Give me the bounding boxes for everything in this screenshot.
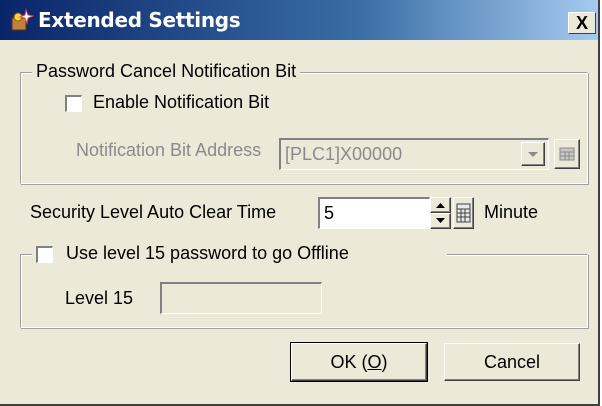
level15-label: Level 15 <box>65 288 134 308</box>
ok-button-mnemonic: O <box>367 352 382 372</box>
ok-button[interactable]: OK (O) <box>290 342 428 382</box>
use-level15-checkbox[interactable] <box>36 246 53 263</box>
auto-clear-keypad-button[interactable] <box>453 197 474 229</box>
spinner-down-icon <box>436 218 445 223</box>
spinner-down-button[interactable] <box>430 213 451 229</box>
address-dropdown-button[interactable] <box>521 142 545 166</box>
ok-button-prefix: OK ( <box>330 352 368 372</box>
chevron-down-icon <box>528 152 538 157</box>
level15-password-field[interactable] <box>160 282 322 314</box>
use-level15-label: Use level 15 password to go Offline <box>66 243 349 263</box>
keypad-icon <box>456 203 471 223</box>
enable-notification-label: Enable Notification Bit <box>93 92 270 112</box>
auto-clear-unit-label: Minute <box>484 202 539 222</box>
auto-clear-time-input[interactable]: 5 <box>318 197 430 229</box>
cancel-button[interactable]: Cancel <box>444 343 580 381</box>
enable-notification-checkbox[interactable] <box>65 95 82 112</box>
auto-clear-spinner[interactable] <box>430 197 451 229</box>
close-button[interactable]: X <box>568 12 596 34</box>
settings-sparkle-icon <box>11 8 34 31</box>
spinner-up-button[interactable] <box>430 197 451 213</box>
title-bar[interactable]: Extended Settings X <box>0 0 598 40</box>
notification-group-legend: Password Cancel Notification Bit <box>32 61 301 82</box>
spinner-up-icon <box>436 203 445 208</box>
notification-address-label: Notification Bit Address <box>76 140 262 160</box>
auto-clear-time-label: Security Level Auto Clear Time <box>30 202 277 222</box>
notification-address-field[interactable]: [PLC1]X00000 <box>279 138 549 170</box>
ok-button-suffix: ) <box>381 352 388 372</box>
window-title: Extended Settings <box>38 8 241 32</box>
extended-settings-dialog: Extended Settings X Password Cancel Noti… <box>0 0 600 406</box>
keypad-icon <box>559 147 575 161</box>
address-keypad-button[interactable] <box>554 139 580 169</box>
